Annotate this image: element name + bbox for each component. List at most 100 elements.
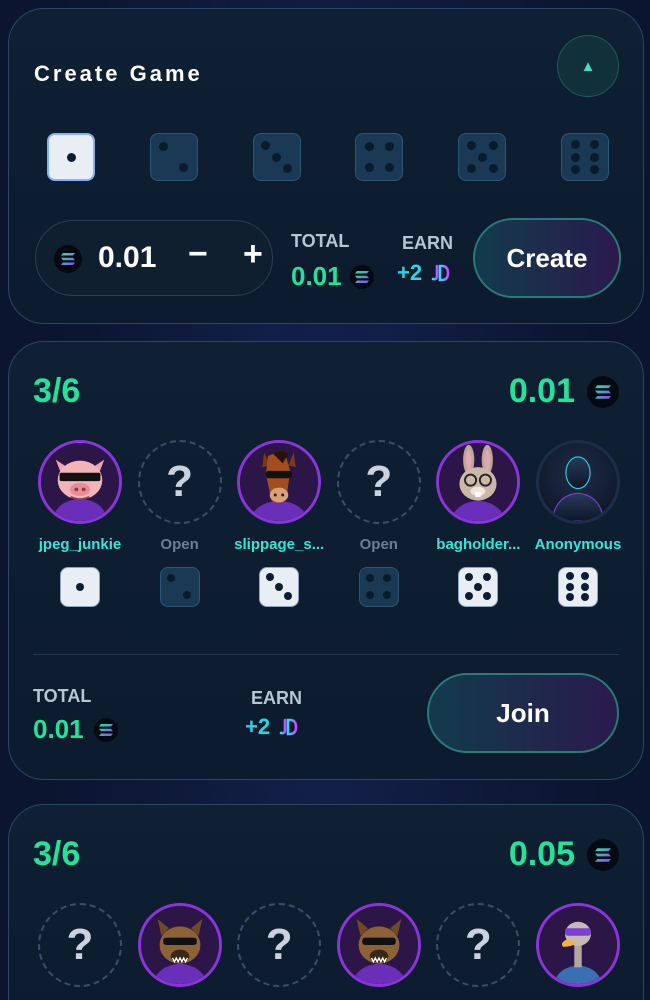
die-pip — [364, 142, 374, 152]
player-slot-open: ? — [432, 903, 524, 987]
die-pip — [581, 582, 590, 591]
earn-label: EARN — [251, 688, 303, 708]
avatar-pig[interactable] — [38, 440, 122, 524]
earn-label: EARN — [402, 233, 454, 253]
player-die — [557, 567, 598, 607]
player-slot: Anonymous — [532, 440, 624, 607]
player-name: bagholder... — [436, 536, 521, 553]
avatar-anonymous[interactable] — [535, 440, 620, 524]
join-button[interactable]: Join — [427, 673, 619, 753]
die-option-2[interactable] — [149, 133, 198, 181]
earn-value-group: +2 — [245, 714, 298, 740]
die-pip — [274, 582, 283, 591]
die-pip — [261, 141, 271, 151]
player-count: 3/6 — [33, 372, 81, 410]
die-pip — [385, 162, 394, 172]
collapse-button[interactable]: ▲ — [557, 35, 619, 97]
dice-selector — [47, 133, 609, 181]
create-game-panel: Create Game ▲ 0.01 − + TOTAL 0.01 EARN +… — [8, 8, 644, 324]
player-slot — [134, 903, 226, 987]
solana-icon — [349, 264, 374, 289]
player-slot-open: ? — [34, 903, 126, 987]
open-slot-label: Open — [359, 536, 398, 553]
die-pip — [272, 152, 282, 162]
question-mark-icon[interactable]: ? — [137, 440, 222, 524]
stake-value: 0.05 — [508, 835, 575, 873]
die-pip — [179, 162, 189, 172]
create-game-title: Create Game — [34, 61, 203, 86]
question-mark-icon[interactable]: ? — [237, 903, 322, 987]
total-value-group: 0.01 — [33, 714, 118, 745]
bet-amount-input[interactable]: 0.01 — [98, 241, 156, 275]
player-slot-open: ? Open — [134, 440, 226, 607]
die-pip — [66, 152, 76, 162]
question-mark-icon[interactable]: ? — [336, 440, 421, 524]
decrease-button[interactable]: − — [188, 235, 208, 274]
die-pip — [482, 591, 491, 600]
die-pip — [464, 591, 473, 600]
create-button[interactable]: Create — [473, 218, 621, 298]
earn-value: +2 — [245, 714, 271, 739]
die-option-1[interactable] — [47, 133, 95, 181]
die-pip — [477, 152, 487, 162]
die-option-3[interactable] — [252, 133, 301, 181]
player-slot-open: ? — [233, 903, 325, 987]
die-pip — [365, 590, 374, 599]
player-slot-open: ? Open — [333, 440, 425, 607]
player-list: ? ? ? — [34, 903, 624, 987]
total-value: 0.01 — [33, 714, 84, 744]
player-name: Anonymous — [534, 536, 622, 553]
player-slot: slippage_s... — [233, 440, 325, 607]
bet-amount-stepper: 0.01 − + — [35, 220, 273, 296]
die-pip — [166, 574, 175, 583]
die-pip — [473, 582, 482, 591]
solana-icon — [93, 717, 118, 742]
die-pip — [464, 573, 473, 582]
die-pip — [364, 162, 374, 172]
die-pip — [565, 582, 574, 591]
die-option-5[interactable] — [458, 133, 507, 181]
die-pip — [283, 163, 293, 173]
player-slot: bagholder... — [432, 440, 524, 607]
player-count: 3/6 — [33, 835, 81, 873]
die-pip — [159, 142, 169, 152]
die-pip — [571, 165, 581, 175]
question-mark-icon[interactable]: ? — [38, 903, 122, 987]
die-pip — [589, 165, 599, 175]
die-pip — [265, 573, 274, 582]
player-slot — [532, 903, 624, 987]
player-slot — [333, 903, 425, 987]
die-pip — [565, 593, 574, 602]
game-card: 3/6 0.05 ? ? ? — [8, 804, 644, 1000]
avatar-horse[interactable] — [237, 440, 322, 524]
stake-amount: 0.01 — [509, 372, 619, 411]
total-value: 0.01 — [291, 261, 342, 291]
avatar-rabbit[interactable] — [436, 440, 521, 524]
solana-icon — [587, 838, 619, 871]
player-list: jpeg_junkie ? Open slippage_s... ? Open … — [34, 440, 624, 607]
avatar-hyena[interactable] — [336, 903, 421, 987]
question-mark-icon[interactable]: ? — [436, 903, 521, 987]
avatar-ostrich[interactable] — [535, 903, 620, 987]
solana-icon — [587, 375, 619, 408]
die-pip — [466, 163, 476, 173]
total-label: TOTAL — [291, 231, 350, 251]
stake-amount: 0.05 — [509, 835, 619, 874]
solana-icon — [54, 245, 82, 273]
die-pip — [581, 571, 590, 580]
player-name: jpeg_junkie — [38, 536, 122, 553]
total-value-group: 0.01 — [291, 261, 374, 292]
die-pip — [589, 139, 599, 149]
die-pip — [571, 139, 581, 149]
avatar-hyena[interactable] — [137, 903, 222, 987]
die-option-6[interactable] — [560, 133, 609, 181]
die-pip — [283, 591, 292, 600]
die-option-4[interactable] — [355, 133, 404, 181]
stake-value: 0.01 — [508, 372, 575, 410]
die-pip — [488, 163, 498, 173]
die-pip — [581, 593, 590, 602]
player-slot: jpeg_junkie — [34, 440, 126, 607]
die-pip — [589, 152, 599, 162]
increase-button[interactable]: + — [243, 235, 263, 274]
player-die — [458, 567, 499, 607]
